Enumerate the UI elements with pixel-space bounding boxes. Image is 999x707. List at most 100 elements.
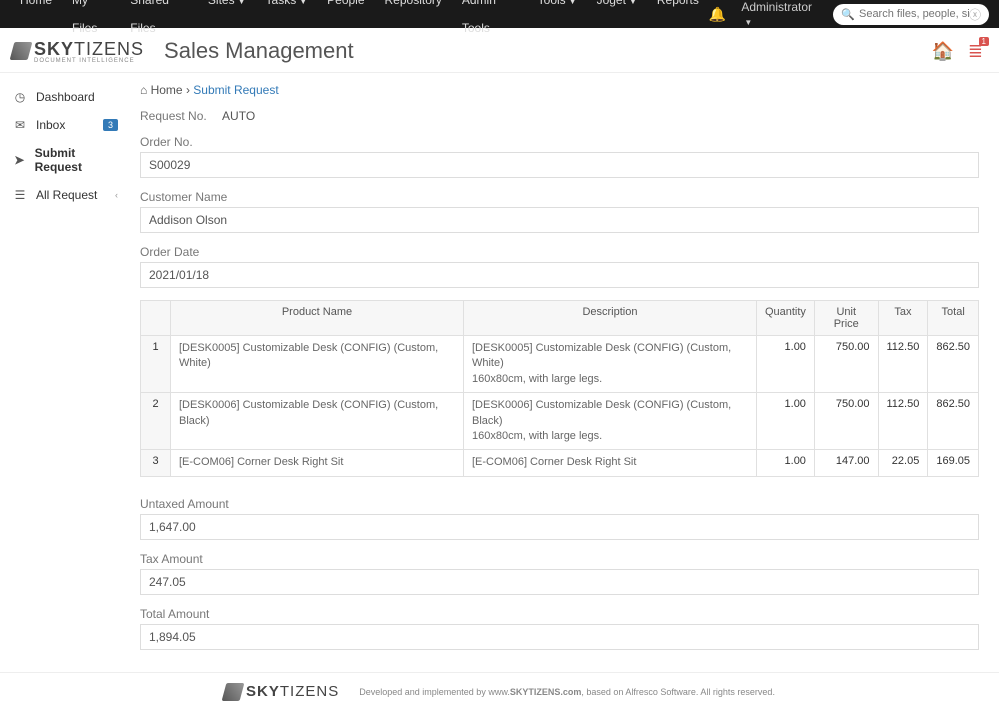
cell: 147.00	[814, 450, 878, 476]
sidebar-item-inbox[interactable]: ✉Inbox3	[0, 111, 130, 139]
nav-repository[interactable]: Repository	[375, 0, 452, 42]
table-row[interactable]: 1[DESK0005] Customizable Desk (CONFIG) (…	[141, 336, 979, 393]
request-no-row: Request No. AUTO	[140, 109, 979, 123]
tax-label: Tax Amount	[140, 552, 979, 566]
footer-logo: SKYTIZENS	[224, 683, 339, 701]
items-table: Product NameDescriptionQuantityUnit Pric…	[140, 300, 979, 477]
total-input[interactable]	[140, 624, 979, 650]
cell: 1.00	[756, 393, 814, 450]
cell: 112.50	[878, 336, 928, 393]
cell: 862.50	[928, 336, 979, 393]
order-no-input[interactable]	[140, 152, 979, 178]
footer-text: Developed and implemented by www.SKYTIZE…	[359, 687, 775, 697]
nav-my-files[interactable]: My Files	[62, 0, 120, 42]
brand-post: TIZENS	[280, 683, 339, 700]
nav-sites[interactable]: Sites▼	[198, 0, 256, 42]
untaxed-label: Untaxed Amount	[140, 497, 979, 511]
cell: 112.50	[878, 393, 928, 450]
breadcrumb: ⌂ Home › Submit Request	[140, 83, 979, 97]
col-header: Product Name	[171, 301, 464, 336]
bell-icon[interactable]: 🔔	[709, 6, 726, 23]
cell: 750.00	[814, 393, 878, 450]
request-no-value: AUTO	[222, 109, 255, 123]
home-icon: ⌂	[140, 83, 147, 97]
cell: 1.00	[756, 336, 814, 393]
orderdate-input[interactable]	[140, 262, 979, 288]
brand-pre: SKY	[34, 39, 74, 59]
content-area: ⌂ Home › Submit Request Request No. AUTO…	[130, 73, 999, 672]
nav-people[interactable]: People	[317, 0, 374, 42]
page-title: Sales Management	[164, 38, 354, 64]
user-menu[interactable]: Administrator ▼	[741, 0, 823, 28]
nav-home[interactable]: Home	[10, 0, 62, 42]
untaxed-input[interactable]	[140, 514, 979, 540]
search-box[interactable]: 🔍 ⓧ	[833, 4, 989, 25]
top-nav: HomeMy FilesShared FilesSites▼Tasks▼Peop…	[0, 0, 999, 28]
logo-mark-icon	[10, 42, 33, 60]
cell: [DESK0005] Customizable Desk (CONFIG) (C…	[463, 336, 756, 393]
nav-tasks[interactable]: Tasks▼	[256, 0, 318, 42]
cell: 1.00	[756, 450, 814, 476]
tax-input[interactable]	[140, 569, 979, 595]
col-header: Unit Price	[814, 301, 878, 336]
search-input[interactable]	[859, 8, 969, 20]
sidebar-icon: ➤	[12, 153, 27, 167]
cell: 3	[141, 450, 171, 476]
cell: [DESK0006] Customizable Desk (CONFIG) (C…	[171, 393, 464, 450]
col-header	[141, 301, 171, 336]
chevron-left-icon: ‹	[115, 190, 118, 200]
home-icon[interactable]: 🏠	[931, 41, 953, 62]
nav-joget[interactable]: Joget▼	[587, 0, 647, 42]
logo-mark-icon	[222, 683, 245, 701]
nav-shared-files[interactable]: Shared Files	[120, 0, 198, 42]
sidebar: ◷ Dashboard ✉Inbox3➤Submit Request ☰ All Req…	[0, 73, 130, 672]
cell: [DESK0006] Customizable Desk (CONFIG) (C…	[463, 393, 756, 450]
chevron-down-icon: ▼	[744, 18, 752, 27]
orderdate-label: Order Date	[140, 245, 979, 259]
clear-icon[interactable]: ⓧ	[969, 6, 981, 23]
sidebar-icon: ✉	[12, 118, 28, 132]
nav-reports[interactable]: Reports	[647, 0, 709, 42]
col-header: Description	[463, 301, 756, 336]
sidebar-item-all-request[interactable]: ☰ All Request ‹	[0, 181, 130, 209]
header-badge: 1	[979, 37, 989, 46]
footer-link[interactable]: SKYTIZENS.com	[510, 687, 582, 697]
cell: 22.05	[878, 450, 928, 476]
col-header: Quantity	[756, 301, 814, 336]
cell: [E-COM06] Corner Desk Right Sit	[171, 450, 464, 476]
cell: 1	[141, 336, 171, 393]
col-header: Total	[928, 301, 979, 336]
cell: [DESK0005] Customizable Desk (CONFIG) (C…	[171, 336, 464, 393]
sidebar-item-dashboard[interactable]: ◷ Dashboard	[0, 83, 130, 111]
nav-tools[interactable]: Tools▼	[528, 0, 587, 42]
request-no-label: Request No.	[140, 109, 207, 123]
sidebar-icon: ◷	[12, 90, 28, 104]
brand-logo[interactable]: SKYTIZENS DOCUMENT INTELLIGENCE	[12, 39, 144, 64]
col-header: Tax	[878, 301, 928, 336]
cell: 2	[141, 393, 171, 450]
user-label: Administrator	[741, 0, 812, 14]
chevron-down-icon: ▼	[569, 0, 577, 6]
nav-admin-tools[interactable]: Admin Tools	[452, 0, 528, 42]
list-icon[interactable]: ≣ 1	[968, 41, 983, 62]
sidebar-icon: ☰	[12, 188, 28, 202]
cell: 169.05	[928, 450, 979, 476]
cell: [E-COM06] Corner Desk Right Sit	[463, 450, 756, 476]
search-icon: 🔍	[841, 8, 855, 21]
breadcrumb-home[interactable]: Home	[151, 83, 183, 97]
table-row[interactable]: 3[E-COM06] Corner Desk Right Sit[E-COM06…	[141, 450, 979, 476]
customer-input[interactable]	[140, 207, 979, 233]
table-row[interactable]: 2[DESK0006] Customizable Desk (CONFIG) (…	[141, 393, 979, 450]
order-no-label: Order No.	[140, 135, 979, 149]
sidebar-item-submit-request[interactable]: ➤Submit Request	[0, 139, 130, 181]
sidebar-item-label: Dashboard	[36, 90, 95, 104]
breadcrumb-current[interactable]: Submit Request	[193, 83, 278, 97]
customer-label: Customer Name	[140, 190, 979, 204]
sidebar-item-label: All Request	[36, 188, 97, 202]
cell: 862.50	[928, 393, 979, 450]
footer: SKYTIZENS Developed and implemented by w…	[0, 672, 999, 707]
chevron-down-icon: ▼	[629, 0, 637, 6]
brand-pre: SKY	[246, 683, 280, 700]
badge: 3	[103, 119, 118, 131]
brand-post: TIZENS	[74, 39, 144, 59]
